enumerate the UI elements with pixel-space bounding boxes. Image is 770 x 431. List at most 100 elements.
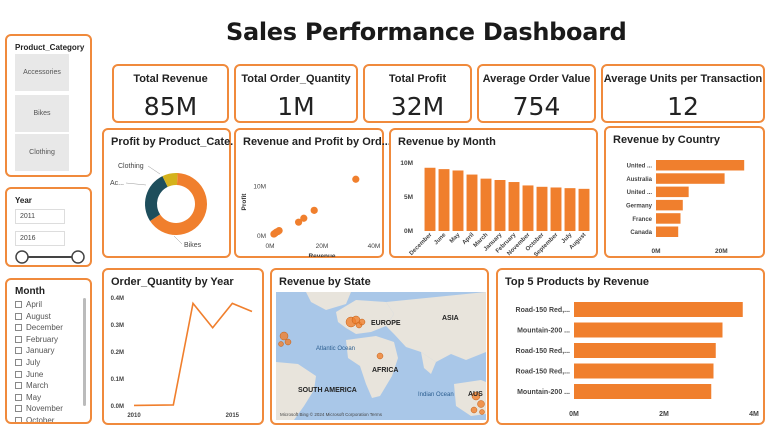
map-bubble <box>376 352 384 360</box>
leader-line <box>125 182 147 186</box>
checkbox[interactable] <box>15 417 22 422</box>
map-bubble <box>278 341 284 347</box>
scatter-chart[interactable]: 0M 20M 40M 0M 10M Revenue Profit <box>236 152 382 257</box>
donut-label: Ac... <box>110 180 124 187</box>
map-bubble <box>477 400 485 408</box>
month-label: August <box>26 311 51 321</box>
kpi-average-units-per-transaction: Average Units per Transaction 12 <box>601 64 765 123</box>
checkbox[interactable] <box>15 405 22 413</box>
map-label-south-america: SOUTH AMERICA <box>298 387 357 394</box>
y-tick-label: Australia <box>626 177 652 183</box>
bar <box>508 182 520 231</box>
kpi-value: 85M <box>143 92 198 121</box>
bar <box>656 213 681 224</box>
chart-title: Order_Quantity by Year <box>111 276 234 288</box>
year-slicer: Year 2011 2016 <box>5 187 92 267</box>
map-label-europe: EUROPE <box>371 320 401 327</box>
bar <box>438 169 450 231</box>
month-option[interactable]: November <box>15 404 63 413</box>
x-tick-label: 0M <box>569 411 579 418</box>
bar <box>656 186 689 198</box>
x-tick-label: 2M <box>659 411 669 418</box>
month-option[interactable]: July <box>15 358 40 367</box>
month-option[interactable]: March <box>15 381 48 390</box>
top-products-card: Top 5 Products by Revenue Road-150 Red,.… <box>496 268 765 425</box>
donut-label: Clothing <box>118 163 144 170</box>
y-axis-label: Profit <box>241 193 248 211</box>
bar <box>574 363 714 379</box>
month-option[interactable]: June <box>15 370 43 379</box>
bar <box>564 188 576 231</box>
month-label: January <box>26 346 55 356</box>
scrollbar[interactable] <box>83 298 86 406</box>
bar <box>550 187 562 231</box>
bar <box>574 384 712 399</box>
month-option[interactable]: August <box>15 312 51 321</box>
month-slicer: Month April August December February January… <box>5 278 92 424</box>
y-tick-label: Germany <box>626 203 653 209</box>
year-range-slider[interactable] <box>15 249 85 265</box>
scatter-point <box>275 226 283 235</box>
horizontal-bar-chart[interactable]: United ... Australia United ... Germany Fran… <box>606 148 763 258</box>
month-option[interactable]: February <box>15 335 58 344</box>
kpi-total-profit: Total Profit 32M <box>363 64 472 123</box>
checkbox[interactable] <box>15 370 22 378</box>
donut-label: Bikes <box>184 242 202 249</box>
map-label-indian: Indian Ocean <box>418 392 454 398</box>
chart-title: Revenue by State <box>279 276 371 288</box>
month-option[interactable]: January <box>15 346 54 355</box>
month-option[interactable]: May <box>15 393 41 402</box>
kpi-label: Total Revenue <box>133 73 208 85</box>
checkbox[interactable] <box>15 393 22 401</box>
month-label: October <box>26 416 55 424</box>
bar-chart[interactable]: December June May AprilMarchJanuaryFebruary… <box>391 150 596 258</box>
donut-chart[interactable]: Bikes Ac... Clothing <box>104 152 229 257</box>
checkbox[interactable] <box>15 382 22 390</box>
y-tick-label: 10M <box>400 160 413 167</box>
bar <box>574 343 716 358</box>
map-label-africa: AFRICA <box>372 367 398 374</box>
kpi-total-revenue: Total Revenue 85M <box>112 64 229 123</box>
map-label-aus: AUS <box>468 391 483 398</box>
kpi-label: Total Order_Quantity <box>241 73 351 85</box>
horizontal-bar-chart[interactable]: Road-150 Red,... Mountain-200 ... Road-150… <box>498 292 763 424</box>
x-tick-label: 20M <box>715 248 728 255</box>
leader-line <box>147 165 161 175</box>
year-to-input[interactable]: 2016 <box>15 231 65 246</box>
scatter-point <box>352 175 360 183</box>
month-option[interactable]: December <box>15 323 63 332</box>
month-label: November <box>26 404 63 414</box>
checkbox[interactable] <box>15 347 22 355</box>
y-tick-label: 0.3M <box>111 323 124 329</box>
month-option[interactable]: April <box>15 300 42 309</box>
bar <box>574 302 743 317</box>
line-chart[interactable]: 0.0M 0.1M 0.2M 0.3M 0.4M 2010 2015 <box>104 292 262 424</box>
revenue-profit-scatter-card: Revenue and Profit by Ord... 0M 20M 40M 0M 1… <box>234 128 391 258</box>
bar <box>574 322 723 338</box>
world-map[interactable]: EUROPE ASIA Atlantic Ocean AFRICA SOUTH … <box>276 292 486 420</box>
y-tick-label: 0.0M <box>111 404 124 410</box>
checkbox[interactable] <box>15 359 22 366</box>
checkbox[interactable] <box>15 335 22 343</box>
map-label-atlantic: Atlantic Ocean <box>316 346 355 352</box>
checkbox[interactable] <box>15 324 22 332</box>
checkbox[interactable] <box>15 312 22 320</box>
slider-handle-start <box>15 250 29 264</box>
slider-handle-end <box>71 250 85 264</box>
month-option[interactable]: October <box>15 416 55 424</box>
month-label: April <box>26 300 43 309</box>
kpi-label: Average Units per Transaction <box>603 73 763 85</box>
category-tile-accessories[interactable]: Accessories <box>15 54 69 91</box>
category-tile-clothing[interactable]: Clothing <box>15 134 69 171</box>
bar <box>656 226 679 237</box>
y-tick-label: France <box>632 217 652 223</box>
bar <box>466 174 478 231</box>
kpi-label: Total Profit <box>388 73 447 85</box>
order-qty-by-year-card: Order_Quantity by Year 0.0M 0.1M 0.2M 0.3M 0… <box>102 268 264 425</box>
category-tile-bikes[interactable]: Bikes <box>15 95 69 132</box>
year-from-input[interactable]: 2011 <box>15 209 65 224</box>
month-label: February <box>26 334 59 344</box>
checkbox[interactable] <box>15 301 22 308</box>
map-bubble <box>284 338 292 346</box>
bar <box>480 178 492 231</box>
